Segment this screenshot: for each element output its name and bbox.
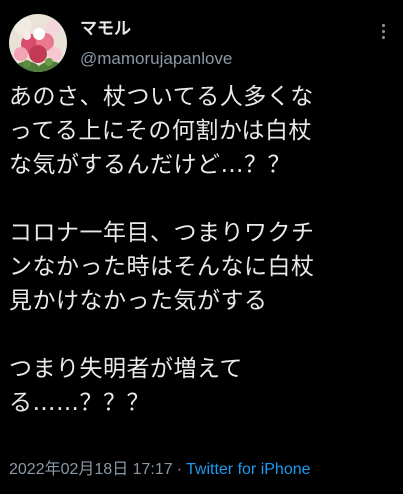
tweet-text-line: な気がするんだけど…？？ — [9, 152, 291, 178]
tweet-text: あのさ、杖ついてる人多くな ってる上にその何割かは白杖 な気がするんだけど…？？… — [9, 80, 401, 420]
timestamp-link[interactable]: 2022年02月18日 17:17 — [9, 461, 173, 478]
tweet-text-line: コロナ一年目、つまりワクチ — [9, 220, 315, 246]
tweet-text-line: つまり失明者が増えて — [9, 356, 243, 382]
meta-separator: · — [176, 461, 183, 478]
user-handle[interactable]: @mamorujapanlove — [80, 48, 232, 70]
more-options-icon[interactable] — [379, 24, 387, 46]
tweet-text-line: ってる上にその何割かは白杖 — [9, 118, 312, 144]
tweet-text-line: あのさ、杖ついてる人多くな — [9, 84, 314, 110]
source-link[interactable]: Twitter for iPhone — [186, 461, 311, 478]
tweet: マモル @mamorujapanlove あのさ、杖ついてる人多くな ってる上に… — [0, 0, 403, 494]
tweet-meta: 2022年02月18日 17:17 · Twitter for iPhone — [9, 459, 311, 481]
tweet-text-line: る……？？？ — [9, 390, 150, 416]
tweet-text-line: ンなかった時はそんなに白杖 — [9, 254, 315, 280]
avatar[interactable] — [9, 14, 67, 72]
tweet-text-line: 見かけなかった気がする — [9, 288, 268, 314]
display-name[interactable]: マモル — [80, 18, 131, 40]
